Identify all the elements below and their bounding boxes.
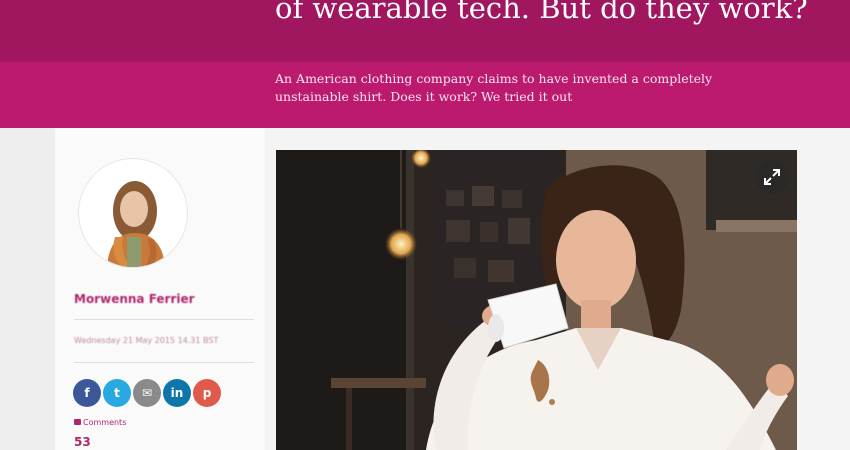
comment-icon: [74, 419, 81, 425]
article-main-image[interactable]: [276, 150, 797, 450]
email-share-button[interactable]: ✉: [133, 379, 161, 407]
meta-divider: [74, 319, 254, 320]
expand-icon: [764, 169, 780, 185]
article-headline: of wearable tech. But do they work?: [275, 0, 808, 25]
linkedin-icon: in: [170, 386, 184, 400]
standfirst-band: An American clothing company claims to h…: [0, 62, 850, 128]
comments-link[interactable]: Comments: [74, 418, 126, 427]
facebook-share-button[interactable]: f: [73, 379, 101, 407]
author-portrait: [107, 181, 165, 267]
article-standfirst: An American clothing company claims to h…: [275, 71, 713, 104]
twitter-icon: t: [114, 386, 120, 400]
author-avatar[interactable]: [78, 158, 188, 268]
comments-label: Comments: [83, 418, 127, 427]
pinterest-share-button[interactable]: p: [193, 379, 221, 407]
meta-divider: [74, 362, 254, 363]
pinterest-icon: p: [202, 386, 212, 400]
publish-date: Wednesday 21 May 2015 14.31 BST: [74, 336, 219, 345]
comments-count[interactable]: 53: [74, 435, 91, 449]
stained-shirt-photo: [276, 150, 797, 450]
left-gutter: [0, 128, 55, 450]
linkedin-share-button[interactable]: in: [163, 379, 191, 407]
author-name-link[interactable]: Morwenna Ferrier: [74, 292, 195, 306]
twitter-share-button[interactable]: t: [103, 379, 131, 407]
expand-image-button[interactable]: [755, 160, 789, 194]
email-icon: ✉: [141, 386, 153, 400]
facebook-icon: f: [84, 386, 90, 400]
headline-band: of wearable tech. But do they work?: [0, 0, 850, 62]
